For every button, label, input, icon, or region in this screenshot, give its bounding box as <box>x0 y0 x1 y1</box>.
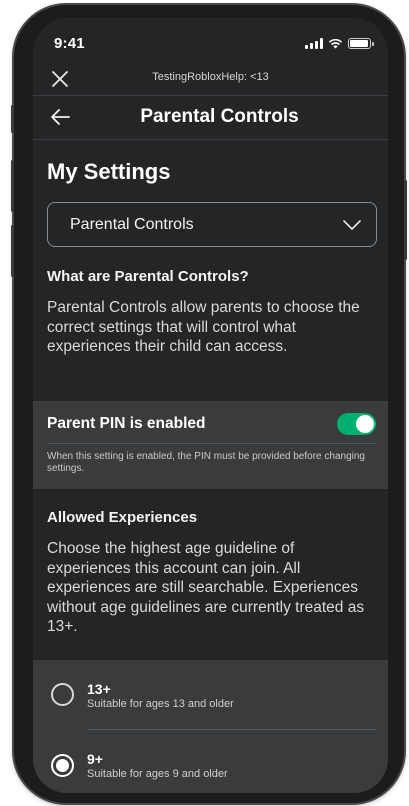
parent-pin-panel: Parent PIN is enabled When this setting … <box>33 401 388 489</box>
select-value: Parental Controls <box>70 215 194 233</box>
age-options-panel: 13+ Suitable for ages 13 and older 9+ Su… <box>33 660 388 793</box>
power-button <box>404 180 407 260</box>
chevron-down-icon <box>343 219 361 230</box>
radio-button-selected[interactable] <box>51 754 74 777</box>
about-body: Parental Controls allow parents to choos… <box>47 299 360 355</box>
wifi-icon <box>328 38 343 48</box>
age-option-13[interactable]: 13+ Suitable for ages 13 and older <box>33 660 388 730</box>
volume-down-button <box>11 225 14 277</box>
header-divider <box>33 139 388 140</box>
option-label: 9+ <box>87 751 103 767</box>
option-description: Suitable for ages 9 and older <box>87 768 228 780</box>
status-bar: 9:41 <box>33 18 388 64</box>
status-time: 9:41 <box>54 35 85 52</box>
status-icons <box>305 37 374 49</box>
pin-divider <box>47 443 376 444</box>
page-title: My Settings <box>47 159 171 184</box>
option-description: Suitable for ages 13 and older <box>87 698 234 710</box>
app-screen: 9:41 TestingRobloxHelp: <13 Parental Con… <box>33 18 388 793</box>
parent-pin-label: Parent PIN is enabled <box>47 415 206 432</box>
mute-switch <box>11 105 14 133</box>
parent-pin-toggle[interactable] <box>337 413 376 435</box>
header-title: Parental Controls <box>140 106 299 127</box>
signal-icon <box>305 37 323 49</box>
radio-button[interactable] <box>51 683 74 706</box>
about-heading: What are Parental Controls? <box>47 268 249 285</box>
page-header: Parental Controls <box>33 96 388 138</box>
webview-topbar: TestingRobloxHelp: <13 <box>33 64 388 94</box>
allowed-experiences-heading: Allowed Experiences <box>47 509 198 526</box>
battery-icon <box>348 37 374 49</box>
toggle-knob <box>356 415 374 433</box>
parent-pin-note: When this setting is enabled, the PIN mu… <box>47 451 365 474</box>
age-option-9[interactable]: 9+ Suitable for ages 9 and older <box>33 730 388 793</box>
account-label: TestingRobloxHelp: <13 <box>152 71 269 83</box>
settings-category-select[interactable]: Parental Controls <box>47 202 377 247</box>
allowed-experiences-body: Choose the highest age guideline of expe… <box>47 540 365 635</box>
option-label: 13+ <box>87 681 111 697</box>
volume-up-button <box>11 160 14 212</box>
